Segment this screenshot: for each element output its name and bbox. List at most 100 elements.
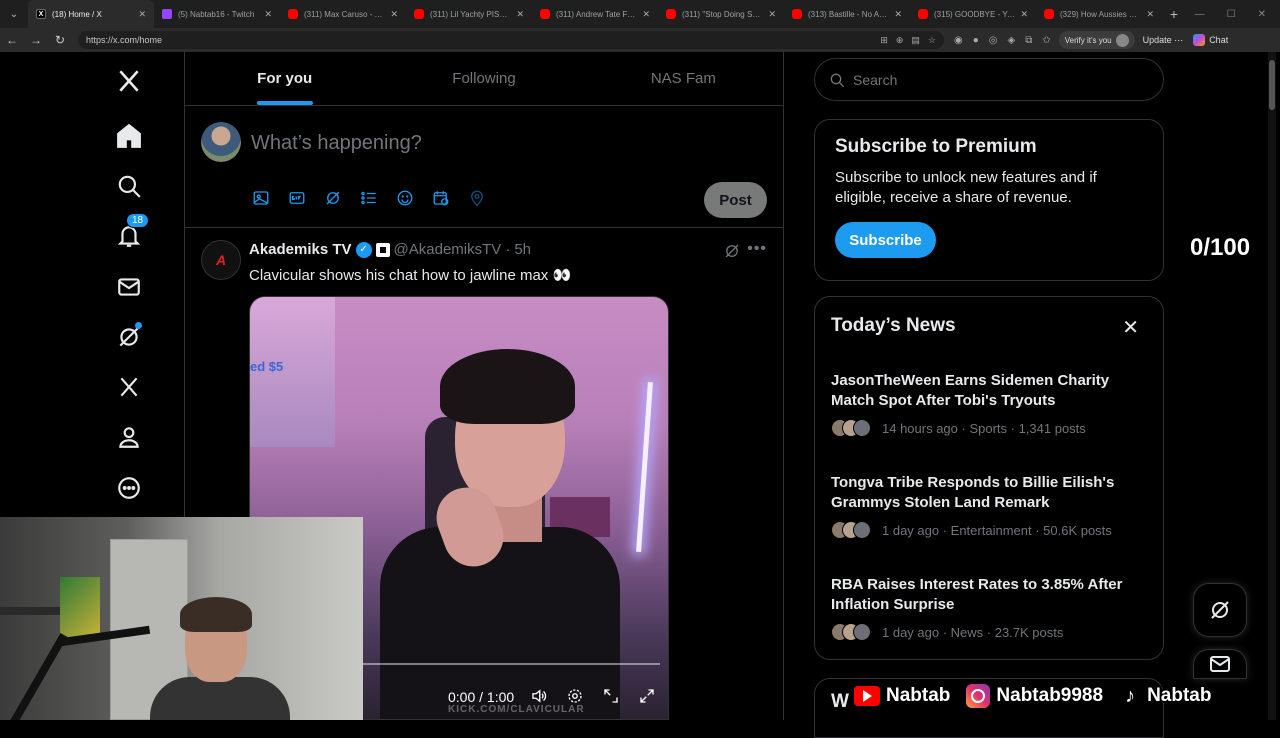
notifications-badge: 18 bbox=[126, 213, 150, 228]
grok-icon[interactable] bbox=[323, 188, 343, 208]
grok-icon[interactable] bbox=[723, 242, 741, 260]
browser-tab[interactable]: (313) Bastille - No Ange ✕ bbox=[784, 0, 910, 28]
tab-search-icon[interactable]: ⌄ bbox=[0, 0, 28, 28]
tab-close-icon[interactable]: ✕ bbox=[264, 9, 272, 20]
news-item[interactable]: Tongva Tribe Responds to Billie Eilish's… bbox=[831, 473, 1156, 539]
tweet-time[interactable]: 5h bbox=[514, 241, 531, 258]
forward-icon[interactable]: → bbox=[24, 33, 48, 47]
avatar[interactable] bbox=[201, 122, 241, 162]
close-window-icon[interactable]: ✕ bbox=[1258, 9, 1266, 20]
copilot-chat-button[interactable]: Chat bbox=[1193, 34, 1228, 46]
youtube-favicon-icon bbox=[414, 9, 424, 19]
instagram-icon bbox=[964, 682, 993, 710]
video-progress-bar[interactable] bbox=[360, 663, 660, 665]
new-tab-button[interactable]: + bbox=[1162, 6, 1186, 22]
browser-tab[interactable]: (311) "Stop Doing Sneal ✕ bbox=[658, 0, 784, 28]
tab-nas-fam[interactable]: NAS Fam bbox=[584, 52, 783, 105]
news-item[interactable]: RBA Raises Interest Rates to 3.85% After… bbox=[831, 575, 1156, 641]
browser-tab[interactable]: (5) Nabtab16 - Twitch ✕ bbox=[154, 0, 280, 28]
settings-icon[interactable] bbox=[566, 687, 586, 707]
browser-tab[interactable]: (311) Max Caruso - You ✕ bbox=[280, 0, 406, 28]
favorites-icon[interactable]: ✩ bbox=[1042, 35, 1050, 46]
tab-following[interactable]: Following bbox=[384, 52, 583, 105]
maximize-icon[interactable]: ☐ bbox=[1227, 9, 1236, 20]
tab-close-icon[interactable]: ✕ bbox=[894, 9, 902, 20]
browser-tab-bar: ⌄ X (18) Home / X ✕ (5) Nabtab16 - Twitc… bbox=[0, 0, 1280, 28]
verify-profile-button[interactable]: Verify it's you bbox=[1058, 31, 1135, 49]
x-premium-icon[interactable] bbox=[112, 370, 146, 404]
volume-icon[interactable] bbox=[530, 687, 550, 707]
webcam-scene bbox=[150, 677, 290, 720]
picture-in-picture-icon[interactable] bbox=[602, 687, 622, 707]
gif-icon[interactable] bbox=[287, 188, 307, 208]
grok-fab-icon[interactable] bbox=[1193, 583, 1247, 637]
update-button[interactable]: Update ⋯ bbox=[1143, 35, 1184, 46]
card-title: W bbox=[831, 691, 849, 712]
news-item[interactable]: JasonTheWeen Earns Sidemen Charity Match… bbox=[831, 371, 1156, 437]
tab-close-icon[interactable]: ✕ bbox=[1020, 9, 1028, 20]
extension-icon[interactable]: ◈ bbox=[1008, 35, 1016, 46]
emoji-icon[interactable] bbox=[395, 188, 415, 208]
x-favicon-icon: X bbox=[36, 9, 46, 19]
tab-close-icon[interactable]: ✕ bbox=[390, 9, 398, 20]
youtube-favicon-icon bbox=[288, 9, 298, 19]
news-meta: 1 day ago · Entertainment · 50.6K posts bbox=[882, 522, 1112, 538]
more-options-icon[interactable]: ••• bbox=[747, 240, 767, 258]
puzzle-icon[interactable]: ⧉ bbox=[1025, 35, 1032, 46]
bookmark-star-icon[interactable]: ☆ bbox=[928, 35, 936, 46]
compose-input[interactable]: What’s happening? bbox=[251, 132, 422, 155]
more-icon[interactable] bbox=[112, 471, 146, 505]
browser-tab[interactable]: X (18) Home / X ✕ bbox=[28, 0, 154, 28]
tab-close-icon[interactable]: ✕ bbox=[516, 9, 524, 20]
reload-icon[interactable]: ↻ bbox=[48, 33, 72, 47]
reader-icon[interactable]: ▤ bbox=[911, 35, 920, 46]
minimize-icon[interactable]: — bbox=[1195, 9, 1205, 20]
video-watermark: KICK.COM/CLAVICULAR bbox=[448, 704, 585, 715]
home-icon[interactable] bbox=[112, 119, 146, 153]
bell-icon[interactable]: 18 bbox=[112, 213, 150, 253]
scrollbar[interactable] bbox=[1268, 52, 1276, 720]
extension-icon[interactable]: ● bbox=[973, 35, 979, 46]
extension-icon[interactable]: ◉ bbox=[954, 35, 963, 46]
messages-fab-icon[interactable] bbox=[1193, 649, 1247, 679]
location-icon[interactable] bbox=[467, 188, 487, 208]
browser-tab[interactable]: (315) GOODBYE - YouT ✕ bbox=[910, 0, 1036, 28]
zoom-icon[interactable]: ⊕ bbox=[896, 35, 904, 46]
poll-icon[interactable] bbox=[359, 188, 379, 208]
subscribe-button[interactable]: Subscribe bbox=[835, 222, 936, 258]
image-icon[interactable] bbox=[251, 188, 271, 208]
search-input[interactable] bbox=[853, 71, 1133, 88]
search-icon[interactable] bbox=[112, 169, 146, 203]
post-button[interactable]: Post bbox=[704, 182, 767, 218]
avatar bbox=[831, 419, 871, 437]
scrollbar-thumb[interactable] bbox=[1269, 60, 1275, 110]
url-field[interactable]: https://x.com/home ⊞ ⊕ ▤ ☆ bbox=[78, 31, 944, 49]
composer-toolbar bbox=[251, 188, 487, 208]
fullscreen-icon[interactable] bbox=[638, 687, 658, 707]
tab-title: (311) Andrew Tate FOLL bbox=[556, 9, 639, 19]
browser-tab[interactable]: (311) Andrew Tate FOLL ✕ bbox=[532, 0, 658, 28]
browser-tab[interactable]: (311) Lil Yachty PISSED ✕ bbox=[406, 0, 532, 28]
close-icon[interactable]: ✕ bbox=[1122, 315, 1139, 340]
x-logo-icon[interactable] bbox=[112, 64, 146, 98]
browser-tab[interactable]: (329) How Aussies Can ✕ bbox=[1036, 0, 1162, 28]
avatar bbox=[831, 623, 871, 641]
tab-for-you[interactable]: For you bbox=[185, 52, 384, 105]
tab-close-icon[interactable]: ✕ bbox=[642, 9, 650, 20]
author-handle[interactable]: @AkademiksTV bbox=[394, 241, 502, 258]
extension-icon[interactable]: ◎ bbox=[989, 35, 998, 46]
mail-icon[interactable] bbox=[112, 270, 146, 304]
back-icon[interactable]: ← bbox=[0, 33, 24, 47]
tab-close-icon[interactable]: ✕ bbox=[1146, 9, 1154, 20]
extensions: ◉ ● ◎ ◈ ⧉ ✩ bbox=[954, 35, 1051, 46]
app-icon[interactable]: ⊞ bbox=[880, 35, 888, 46]
schedule-icon[interactable] bbox=[431, 188, 451, 208]
profile-icon[interactable] bbox=[112, 420, 146, 454]
grok-icon[interactable] bbox=[112, 320, 146, 354]
avatar[interactable]: A bbox=[201, 240, 241, 280]
profile-avatar-icon bbox=[1115, 33, 1129, 47]
author-name[interactable]: Akademiks TV bbox=[249, 241, 352, 258]
tab-title: (5) Nabtab16 - Twitch bbox=[178, 9, 255, 19]
tab-close-icon[interactable]: ✕ bbox=[768, 9, 776, 20]
tab-close-icon[interactable]: ✕ bbox=[138, 9, 146, 20]
